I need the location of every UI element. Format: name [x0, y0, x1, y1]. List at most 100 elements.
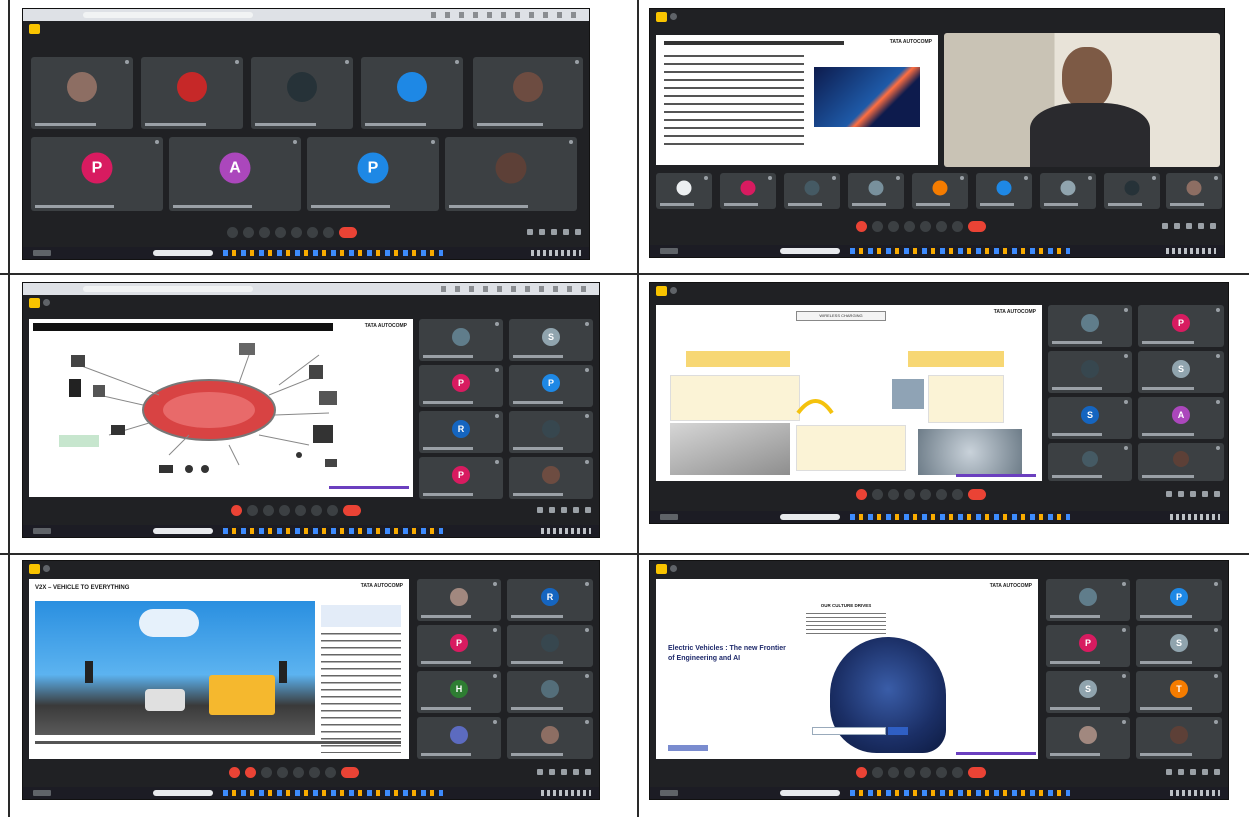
participant-tile[interactable]: P — [1136, 579, 1222, 621]
participant-tile[interactable] — [656, 173, 712, 209]
activities-icon[interactable] — [1202, 491, 1208, 497]
info-icon[interactable] — [1162, 223, 1168, 229]
activities-icon[interactable] — [1198, 223, 1204, 229]
info-icon[interactable] — [537, 769, 543, 775]
participant-tile[interactable]: P — [31, 137, 163, 211]
captions-button[interactable] — [888, 489, 899, 500]
more-options-button[interactable] — [952, 489, 963, 500]
taskbar-apps[interactable] — [850, 790, 1070, 796]
info-icon[interactable] — [537, 507, 543, 513]
people-icon[interactable] — [1178, 491, 1184, 497]
participant-tile[interactable]: R — [419, 411, 503, 453]
participant-tile[interactable] — [1046, 579, 1130, 621]
present-button[interactable] — [291, 227, 302, 238]
participant-tile[interactable]: S — [1136, 625, 1222, 667]
participant-tile[interactable]: S — [509, 319, 593, 361]
raise-hand-button[interactable] — [309, 767, 320, 778]
people-icon[interactable] — [1178, 769, 1184, 775]
participant-tile[interactable] — [1166, 173, 1222, 209]
present-button[interactable] — [920, 767, 931, 778]
reactions-button[interactable] — [904, 489, 915, 500]
participant-tile[interactable] — [509, 411, 593, 453]
camera-button[interactable] — [243, 227, 254, 238]
participant-tile[interactable]: A — [169, 137, 301, 211]
present-button[interactable] — [920, 221, 931, 232]
info-icon[interactable] — [1166, 491, 1172, 497]
participant-tile[interactable] — [1046, 717, 1130, 759]
participant-tile[interactable]: H — [417, 671, 501, 713]
captions-button[interactable] — [261, 767, 272, 778]
host-controls-icon[interactable] — [585, 769, 591, 775]
participant-tile[interactable] — [784, 173, 840, 209]
taskbar-search[interactable] — [780, 514, 840, 520]
people-icon[interactable] — [1174, 223, 1180, 229]
people-icon[interactable] — [539, 229, 545, 235]
taskbar-apps[interactable] — [223, 528, 443, 534]
camera-button[interactable] — [872, 221, 883, 232]
activities-icon[interactable] — [573, 769, 579, 775]
participant-tile[interactable] — [445, 137, 577, 211]
mic-button[interactable] — [856, 489, 867, 500]
mic-button[interactable] — [231, 505, 242, 516]
host-controls-icon[interactable] — [585, 507, 591, 513]
leave-call-button[interactable] — [341, 767, 359, 778]
participant-tile[interactable] — [417, 579, 501, 621]
taskbar-search[interactable] — [153, 250, 213, 256]
taskbar-search[interactable] — [780, 790, 840, 796]
leave-call-button[interactable] — [343, 505, 361, 516]
mic-button[interactable] — [856, 221, 867, 232]
taskbar-search[interactable] — [153, 790, 213, 796]
chat-icon[interactable] — [561, 769, 567, 775]
participant-tile[interactable] — [507, 717, 593, 759]
participant-tile[interactable]: P — [1046, 625, 1130, 667]
participant-tile[interactable]: P — [509, 365, 593, 407]
participant-tile[interactable]: R — [507, 579, 593, 621]
taskbar-apps[interactable] — [850, 514, 1070, 520]
participant-tile[interactable] — [1136, 717, 1222, 759]
raise-hand-button[interactable] — [936, 489, 947, 500]
participant-tile[interactable]: P — [417, 625, 501, 667]
participant-tile[interactable] — [141, 57, 243, 129]
raise-hand-button[interactable] — [936, 221, 947, 232]
camera-button[interactable] — [872, 767, 883, 778]
captions-button[interactable] — [888, 767, 899, 778]
captions-button[interactable] — [259, 227, 270, 238]
reactions-button[interactable] — [279, 505, 290, 516]
chat-icon[interactable] — [1186, 223, 1192, 229]
participant-tile[interactable] — [361, 57, 463, 129]
participant-tile[interactable]: P — [307, 137, 439, 211]
participant-tile[interactable]: T — [1136, 671, 1222, 713]
host-controls-icon[interactable] — [575, 229, 581, 235]
participant-tile[interactable] — [1048, 443, 1132, 481]
participant-tile[interactable]: S — [1048, 397, 1132, 439]
participant-tile[interactable]: S — [1138, 351, 1224, 393]
chat-icon[interactable] — [1190, 769, 1196, 775]
taskbar-apps[interactable] — [223, 790, 443, 796]
participant-tile[interactable] — [507, 671, 593, 713]
mic-button[interactable] — [227, 227, 238, 238]
more-options-button[interactable] — [323, 227, 334, 238]
host-controls-icon[interactable] — [1214, 491, 1220, 497]
leave-call-button[interactable] — [339, 227, 357, 238]
participant-tile[interactable] — [507, 625, 593, 667]
participant-tile[interactable] — [912, 173, 968, 209]
raise-hand-button[interactable] — [311, 505, 322, 516]
taskbar-apps[interactable] — [223, 250, 443, 256]
reactions-button[interactable] — [277, 767, 288, 778]
people-icon[interactable] — [549, 507, 555, 513]
more-options-button[interactable] — [327, 505, 338, 516]
camera-button[interactable] — [247, 505, 258, 516]
participant-tile[interactable]: P — [419, 365, 503, 407]
info-icon[interactable] — [527, 229, 533, 235]
participant-tile[interactable] — [1104, 173, 1160, 209]
participant-tile[interactable] — [1048, 305, 1132, 347]
participant-tile[interactable] — [976, 173, 1032, 209]
activities-icon[interactable] — [1202, 769, 1208, 775]
taskbar-apps[interactable] — [850, 248, 1070, 254]
participant-tile[interactable] — [1138, 443, 1224, 481]
participant-tile[interactable]: A — [1138, 397, 1224, 439]
participant-tile[interactable]: P — [1138, 305, 1224, 347]
leave-call-button[interactable] — [968, 489, 986, 500]
participant-tile[interactable] — [417, 717, 501, 759]
participant-tile[interactable] — [848, 173, 904, 209]
